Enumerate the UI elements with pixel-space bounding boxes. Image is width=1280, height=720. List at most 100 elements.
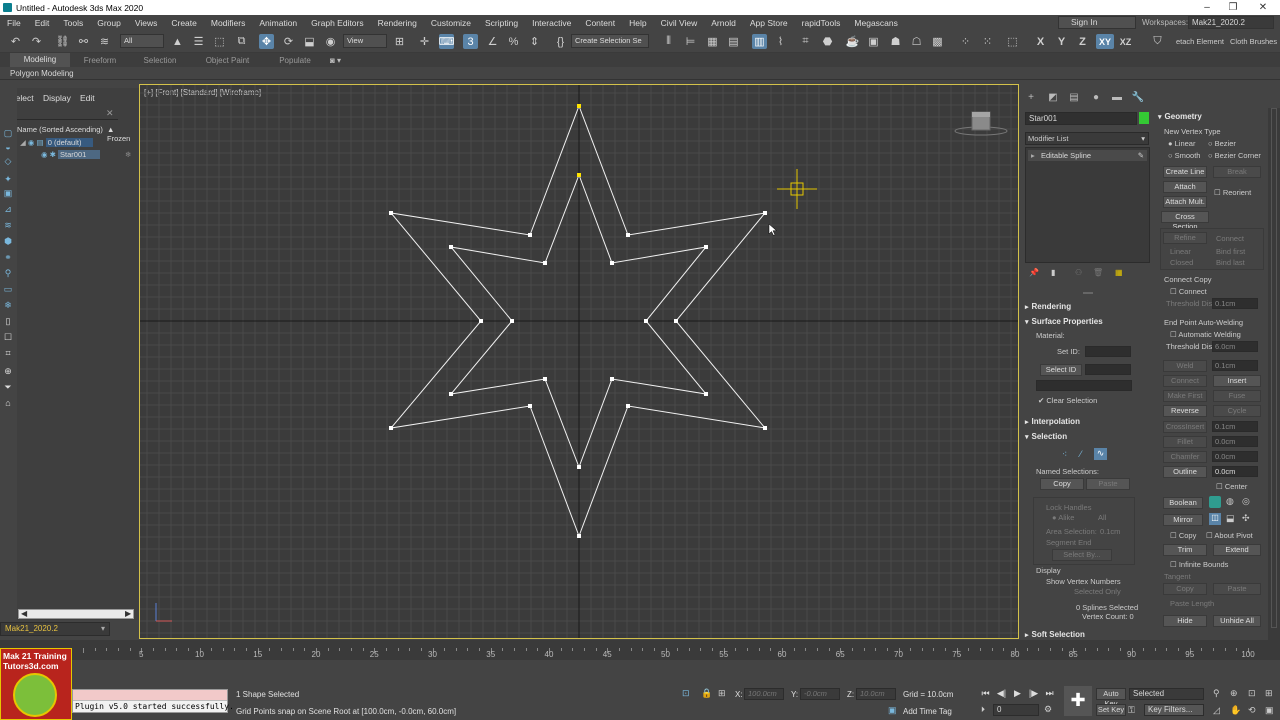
schematic-view-icon[interactable]: ⌗ <box>798 34 813 49</box>
expand-arrow-icon[interactable]: ▸ <box>1031 150 1035 161</box>
refine-button[interactable]: Refine <box>1163 232 1207 244</box>
center-checkbox[interactable]: ☐ Center <box>1216 482 1247 491</box>
key-mode-icon[interactable]: ⏵ <box>981 705 985 715</box>
menu-animation[interactable]: Animation <box>252 18 304 28</box>
key-set-dropdown[interactable]: Selected <box>1129 688 1204 700</box>
lock-handles-checkbox[interactable]: Lock Handles <box>1046 503 1091 512</box>
key-filter-icon[interactable]: ⚿ <box>1128 705 1135 716</box>
tab-modeling[interactable]: Modeling <box>10 53 70 67</box>
go-to-start-icon[interactable]: ⏮ <box>979 687 992 700</box>
z-coordinate-field[interactable]: 10.0cm <box>856 688 896 700</box>
configure-sets-icon[interactable]: ▦ <box>1115 268 1123 277</box>
paste-length-checkbox[interactable]: Paste Length <box>1170 599 1214 608</box>
viewport-front[interactable]: [+] [Front] [Standard] [Wireframe] <box>139 84 1019 639</box>
boolean-button[interactable]: Boolean <box>1163 497 1203 509</box>
viewport-canvas[interactable] <box>140 85 1019 639</box>
add-time-tag-button[interactable]: Add Time Tag <box>903 707 952 716</box>
shape-filter-icon[interactable]: ◇ <box>3 156 13 166</box>
layer-explorer-icon[interactable]: ▤ <box>726 34 741 49</box>
group-filter-icon[interactable]: ⬢ <box>3 236 13 246</box>
hierarchy-tab-icon[interactable]: ▤ <box>1067 92 1081 104</box>
cloth-brushes-label[interactable]: Cloth Brushes <box>1230 37 1277 46</box>
pan-icon[interactable]: ✋ <box>1230 705 1241 716</box>
select-object-icon[interactable]: ▲ <box>170 34 185 49</box>
tab-populate[interactable]: Populate <box>265 56 325 65</box>
selection-filter-dropdown[interactable]: All <box>120 34 164 48</box>
funnel-icon[interactable]: ⏷ <box>3 382 13 392</box>
sign-in-button[interactable]: Sign In <box>1058 16 1136 29</box>
rollout-selection[interactable]: Selection <box>1025 432 1068 441</box>
layer-dropdown[interactable]: Mak21_2020.2 ▾ <box>0 622 110 636</box>
render-setup-icon[interactable]: ☕ <box>845 34 860 49</box>
panel-scrollbar[interactable] <box>1268 108 1280 640</box>
explorer-search-input[interactable] <box>0 106 118 120</box>
extend-button[interactable]: Extend <box>1213 544 1261 556</box>
bind-space-warp-icon[interactable]: ≋ <box>97 34 112 49</box>
fillet-button[interactable]: Fillet <box>1163 436 1207 448</box>
connect-checkbox[interactable]: Connect <box>1216 234 1244 243</box>
menu-rapidtools[interactable]: rapidTools <box>795 18 848 28</box>
grid-icon-1[interactable]: ⁘ <box>958 34 973 49</box>
attach-mult-button[interactable]: Attach Mult. <box>1163 196 1207 208</box>
edit-named-selection-icon[interactable]: {} <box>553 34 568 49</box>
polygon-modeling-label[interactable]: Polygon Modeling <box>10 69 74 78</box>
maximize-viewport-icon[interactable]: ▣ <box>1265 705 1274 716</box>
object-row-star001[interactable]: ◉ ✱ Star001 ❄ <box>17 150 138 161</box>
menu-megascans[interactable]: Megascans <box>847 18 904 28</box>
light-filter-icon[interactable]: ✦ <box>3 174 13 184</box>
set-key-button[interactable]: Set Key <box>1096 704 1126 716</box>
container-filter-icon[interactable]: ▭ <box>3 284 13 294</box>
spacewarp-filter-icon[interactable]: ≋ <box>3 220 13 230</box>
expand-arrow-icon[interactable]: ◢ <box>20 138 26 147</box>
undo-icon[interactable]: ↶ <box>8 34 23 49</box>
all-radio[interactable]: All <box>1098 513 1106 522</box>
scroll-thumb[interactable] <box>1271 108 1277 628</box>
frozen-toggle-icon[interactable]: ❄ <box>125 150 131 159</box>
selection-lock-icon[interactable]: 🔒 <box>701 688 712 699</box>
manipulate-icon[interactable]: ✛ <box>417 34 432 49</box>
chamfer-spinner[interactable]: 0.0cm <box>1212 451 1258 462</box>
explorer-scrollbar[interactable]: ◀ ▶ <box>18 609 134 619</box>
axis-z-button[interactable]: Z <box>1075 34 1090 49</box>
column-name[interactable]: Name (Sorted Ascending) <box>17 125 103 134</box>
pencil-icon[interactable]: ✎ <box>1138 150 1144 161</box>
unhide-all-button[interactable]: Unhide All <box>1213 615 1261 627</box>
pin-stack-icon[interactable]: 📌 <box>1029 268 1039 277</box>
scene-explorer-icon[interactable]: ▦ <box>705 34 720 49</box>
menu-civil-view[interactable]: Civil View <box>654 18 705 28</box>
ribbon-toggle-icon[interactable]: ▥ <box>752 34 767 49</box>
auto-key-button[interactable]: Auto Key <box>1096 688 1126 708</box>
segment-end-checkbox[interactable]: Segment End <box>1046 538 1091 547</box>
set-key-big-button[interactable]: ✚ <box>1064 686 1092 716</box>
time-config-icon[interactable]: ⚙ <box>1044 704 1052 715</box>
maxscript-listener[interactable]: Plugin v5.0 started successfully. <box>72 689 234 713</box>
weld-spinner[interactable]: 0.1cm <box>1212 360 1258 371</box>
menu-scripting[interactable]: Scripting <box>478 18 525 28</box>
display-none-icon[interactable]: ▢ <box>3 128 13 138</box>
hidden-filter-icon[interactable]: ▯ <box>3 316 13 326</box>
outline-spinner[interactable]: 0.0cm <box>1212 466 1258 477</box>
axis-xy-button[interactable]: XY <box>1096 34 1114 49</box>
automatic-welding-checkbox[interactable]: ☐ Automatic Welding <box>1170 330 1241 339</box>
window-crossing-icon[interactable]: ⧉ <box>234 34 249 49</box>
current-frame-spinner[interactable]: 0 <box>993 704 1039 716</box>
mirror-button[interactable]: Mirror <box>1163 514 1203 526</box>
named-selection-dropdown[interactable]: Create Selection Se <box>571 34 649 48</box>
cross-section-button[interactable]: Cross Section <box>1161 211 1209 231</box>
bind-last-checkbox[interactable]: Bind last <box>1216 258 1245 267</box>
snaps-toggle-icon[interactable]: 3 <box>463 34 478 49</box>
menu-arnold[interactable]: Arnold <box>704 18 743 28</box>
menu-app-store[interactable]: App Store <box>743 18 795 28</box>
geometry-filter-icon[interactable]: ◒ <box>3 142 13 152</box>
linear-checkbox[interactable]: Linear <box>1170 247 1191 256</box>
menu-content[interactable]: Content <box>578 18 622 28</box>
helper-filter-icon[interactable]: ⊿ <box>3 204 13 214</box>
about-pivot-checkbox[interactable]: ☐ About Pivot <box>1206 531 1253 540</box>
isolate-selection-icon[interactable]: ⊡ <box>682 688 690 699</box>
eye-icon[interactable]: ◉ <box>28 138 35 147</box>
fuse-button[interactable]: Fuse <box>1213 390 1261 402</box>
rollout-surface-properties[interactable]: Surface Properties <box>1025 317 1103 326</box>
time-tag-icon[interactable]: ▣ <box>888 705 897 716</box>
axis-xz-button[interactable]: XZ <box>1118 34 1133 49</box>
insert-button[interactable]: Insert <box>1213 375 1261 387</box>
